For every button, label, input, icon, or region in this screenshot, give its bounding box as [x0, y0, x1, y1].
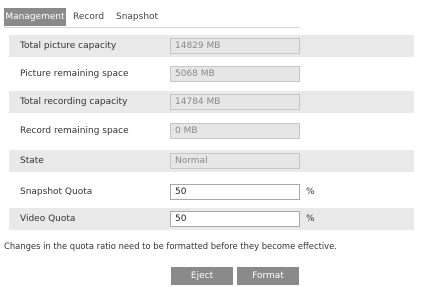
row-snapshot-quota: Snapshot Quota %: [9, 181, 414, 203]
video-quota-input[interactable]: [170, 211, 300, 227]
state-label: State: [20, 156, 44, 166]
picture-remaining-space-label: Picture remaining space: [20, 69, 129, 79]
tab-record[interactable]: Record: [73, 8, 104, 26]
total-recording-capacity-label: Total recording capacity: [20, 97, 128, 107]
video-quota-label: Video Quota: [20, 214, 76, 224]
total-picture-capacity-label: Total picture capacity: [20, 41, 117, 51]
total-picture-capacity-field: [170, 38, 300, 54]
record-remaining-space-field: [170, 123, 300, 139]
video-quota-unit: %: [306, 214, 315, 224]
eject-button[interactable]: Eject: [171, 267, 233, 285]
row-video-quota: Video Quota %: [9, 208, 414, 230]
record-remaining-space-label: Record remaining space: [20, 126, 129, 136]
total-recording-capacity-field: [170, 94, 300, 110]
row-record-remaining-space: Record remaining space: [9, 120, 414, 142]
format-button[interactable]: Format: [237, 267, 299, 285]
snapshot-quota-label: Snapshot Quota: [20, 187, 93, 197]
snapshot-quota-input[interactable]: [170, 184, 300, 200]
row-total-picture-capacity: Total picture capacity: [9, 35, 414, 57]
picture-remaining-space-field: [170, 66, 300, 82]
snapshot-quota-unit: %: [306, 187, 315, 197]
row-picture-remaining-space: Picture remaining space: [9, 63, 414, 85]
row-state: State: [9, 150, 414, 172]
tab-snapshot[interactable]: Snapshot: [116, 8, 158, 26]
row-total-recording-capacity: Total recording capacity: [9, 91, 414, 113]
tab-management[interactable]: Management: [4, 8, 66, 26]
quota-format-note: Changes in the quota ratio need to be fo…: [4, 241, 337, 251]
tab-divider: [4, 27, 300, 28]
state-field: [170, 153, 300, 169]
